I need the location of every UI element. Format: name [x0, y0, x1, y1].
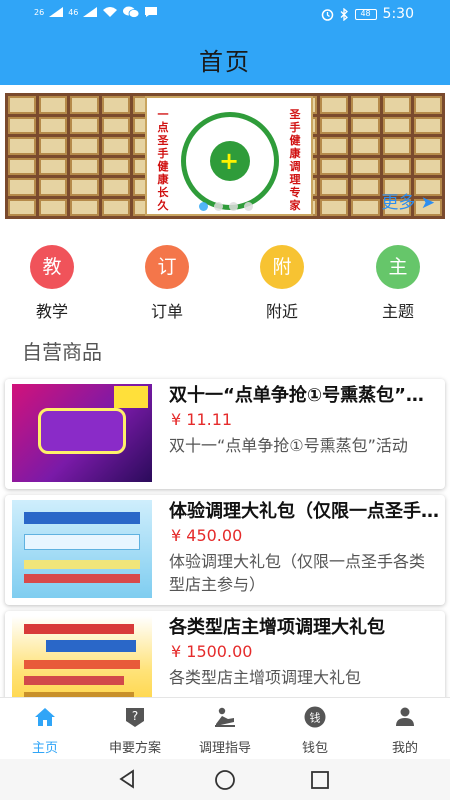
wifi-icon — [103, 7, 118, 17]
bottom-tab-bar: 主页 ? 申要方案 调理指导 钱 钱包 我的 — [0, 697, 450, 759]
product-description: 体验调理大礼包（仅限一点圣手各类型店主参与） — [169, 552, 426, 594]
clock: 5:30 — [382, 6, 414, 22]
menu-item-label: 主题 — [381, 302, 414, 321]
tab-label: 我的 — [391, 741, 418, 756]
menu-item-label: 教学 — [35, 302, 68, 321]
menu-item-theme[interactable]: 主 主题 — [358, 245, 438, 322]
tab-mine[interactable]: 我的 — [360, 706, 450, 756]
network-signal-2: 46 — [68, 7, 79, 17]
menu-item-teaching[interactable]: 教 教学 — [12, 245, 92, 322]
nearby-icon: 附 — [260, 245, 304, 289]
alarm-icon — [321, 8, 333, 21]
carousel-indicator — [199, 202, 253, 211]
banner-carousel[interactable]: 一点圣手健康长久 + 圣手健康调理专家 更多 ➤ — [5, 93, 445, 219]
wallet-icon: 钱 — [304, 706, 326, 728]
battery-icon: 48 — [354, 8, 377, 20]
product-name: 体验调理大礼包（仅限一点圣手各类型店主参与） — [169, 501, 439, 522]
tab-plan[interactable]: ? 申要方案 — [90, 706, 180, 756]
carousel-dot[interactable] — [199, 202, 208, 211]
wechat-icon — [123, 6, 140, 18]
product-name: 双十一“点单争抢①号熏蒸包”活动 — [169, 385, 439, 406]
banner-slogan-right: 圣手健康调理专家 — [289, 108, 301, 212]
recents-icon[interactable] — [310, 770, 330, 790]
menu-item-nearby[interactable]: 附 附近 — [242, 245, 322, 322]
product-name: 各类型店主增项调理大礼包 — [169, 617, 385, 638]
tab-label: 调理指导 — [198, 741, 251, 756]
status-bar: 26 46 48 5:30 — [0, 0, 450, 28]
banner-more-link[interactable]: 更多 ➤ — [381, 188, 435, 213]
page-title: 首页 — [199, 48, 251, 76]
network-signal-1: 26 — [34, 7, 45, 17]
product-price: ¥ 11.11 — [171, 410, 233, 429]
carousel-dot[interactable] — [229, 202, 238, 211]
back-icon[interactable] — [118, 769, 136, 789]
bluetooth-icon — [340, 7, 348, 21]
quick-menu: 教 教学 订 订单 附 附近 主 主题 — [0, 245, 450, 325]
message-icon — [145, 7, 158, 17]
arrow-right-icon: ➤ — [420, 193, 435, 213]
tab-label: 钱包 — [301, 741, 328, 756]
tab-label: 主页 — [31, 741, 58, 756]
svg-text:钱: 钱 — [310, 711, 321, 725]
home-icon — [35, 708, 55, 726]
tab-label: 申要方案 — [108, 741, 161, 756]
person-icon — [396, 707, 414, 726]
banner-more-label: 更多 — [381, 193, 416, 213]
product-description: 双十一“点单争抢①号熏蒸包”活动 — [169, 436, 408, 455]
orders-icon: 订 — [145, 245, 189, 289]
svg-text:?: ? — [132, 709, 138, 723]
app-header: 26 46 48 5:30 首页 — [0, 0, 450, 85]
signal-icon — [83, 7, 98, 17]
tab-wallet[interactable]: 钱 钱包 — [270, 706, 360, 756]
home-circle-icon[interactable] — [214, 769, 236, 791]
product-card[interactable]: 双十一“点单争抢①号熏蒸包”活动 ¥ 11.11 双十一“点单争抢①号熏蒸包”活… — [5, 379, 445, 489]
banner-center-panel: 一点圣手健康长久 + 圣手健康调理专家 — [145, 96, 313, 216]
product-card[interactable]: 体验调理大礼包（仅限一点圣手各类型店主参与） ¥ 450.00 体验调理大礼包（… — [5, 495, 445, 605]
brand-logo: + — [181, 112, 279, 210]
product-image — [12, 384, 152, 482]
product-price: ¥ 1500.00 — [171, 642, 253, 661]
carousel-dot[interactable] — [214, 202, 223, 211]
system-nav-bar — [0, 759, 450, 800]
question-shield-icon: ? — [126, 708, 144, 727]
menu-item-label: 订单 — [150, 302, 183, 321]
product-price: ¥ 450.00 — [171, 526, 243, 545]
menu-item-label: 附近 — [265, 302, 298, 321]
signal-icon — [49, 7, 64, 17]
tab-guidance[interactable]: 调理指导 — [180, 706, 270, 756]
massage-icon — [215, 707, 235, 727]
carousel-dot[interactable] — [244, 202, 253, 211]
menu-item-orders[interactable]: 订 订单 — [127, 245, 207, 322]
section-title: 自营商品 — [22, 340, 102, 364]
product-description: 各类型店主增项调理大礼包 — [169, 668, 362, 687]
teaching-icon: 教 — [30, 245, 74, 289]
tab-home[interactable]: 主页 — [0, 706, 90, 756]
theme-icon: 主 — [376, 245, 420, 289]
banner-slogan-left: 一点圣手健康长久 — [157, 108, 169, 212]
product-image — [12, 500, 152, 598]
